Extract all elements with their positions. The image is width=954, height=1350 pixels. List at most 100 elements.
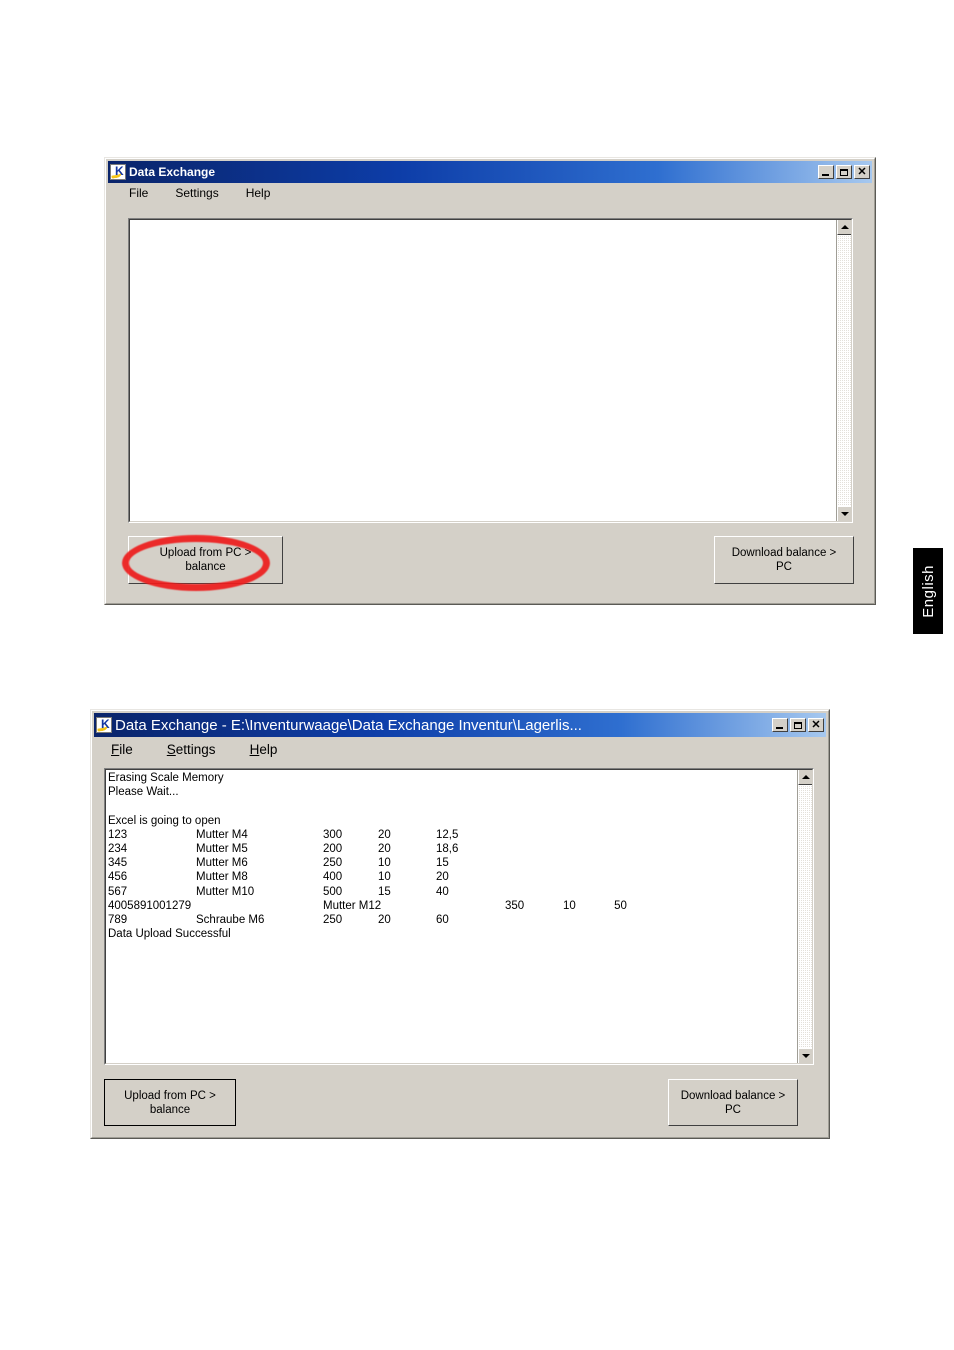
menu-item-file-rest: ile xyxy=(119,741,133,757)
menu-item-settings-accel: S xyxy=(166,741,176,757)
cell-id: 234 xyxy=(108,842,128,855)
menu-item-file-accel: F xyxy=(111,741,120,757)
close-button[interactable]: ✕ xyxy=(808,718,824,732)
chevron-up-icon xyxy=(840,225,849,229)
scroll-down-button[interactable] xyxy=(837,506,852,522)
menu-item-help-rest: elp xyxy=(259,741,278,757)
upload-from-pc-button[interactable]: Upload from PC > balance xyxy=(104,1079,236,1126)
logo-letter-k: K xyxy=(115,164,124,178)
table-row: 345 Mutter M6 250 10 15 xyxy=(108,856,797,870)
scroll-down-button[interactable] xyxy=(798,1048,813,1064)
cell-value-2: 350 xyxy=(505,899,525,912)
cell-name: Mutter M4 xyxy=(196,828,248,841)
cell-value-1: 500 xyxy=(323,885,343,898)
data-exchange-window-with-data: K Data Exchange - E:\Inventurwaage\Data … xyxy=(90,709,830,1139)
cell-value-3: 12,5 xyxy=(436,828,459,841)
titlebar[interactable]: K Data Exchange - E:\Inventurwaage\Data … xyxy=(94,713,826,737)
close-icon: ✕ xyxy=(857,165,867,178)
menubar: File Settings Help xyxy=(108,183,872,203)
scroll-up-button[interactable] xyxy=(837,219,852,235)
minimize-button[interactable] xyxy=(818,165,834,179)
maximize-button[interactable] xyxy=(790,718,806,732)
scroll-up-button[interactable] xyxy=(798,769,813,785)
cell-name: Mutter M6 xyxy=(196,857,248,870)
titlebar-button-group: ✕ xyxy=(772,718,824,732)
language-tab-label: English xyxy=(919,564,937,618)
cell-id: 123 xyxy=(108,828,128,841)
output-log-area[interactable] xyxy=(128,218,853,523)
close-icon: ✕ xyxy=(811,718,821,731)
cell-name: Mutter M8 xyxy=(196,871,248,884)
menu-item-file-label: File xyxy=(129,186,149,200)
cell-id: 4005891001279 xyxy=(108,899,192,912)
maximize-icon xyxy=(840,168,848,176)
chevron-up-icon xyxy=(801,775,810,779)
menu-item-settings[interactable]: Settings xyxy=(159,740,224,759)
cell-value-1: 200 xyxy=(323,842,343,855)
menu-item-file[interactable]: File xyxy=(103,740,141,759)
cell-value-2: 20 xyxy=(378,913,391,926)
cell-value-1: 250 xyxy=(323,913,343,926)
cell-value-2: 20 xyxy=(378,828,391,841)
kern-k-logo-icon: K xyxy=(96,717,112,733)
menu-item-help-accel: H xyxy=(249,741,260,757)
logo-letter-k: K xyxy=(101,717,110,731)
menu-item-help[interactable]: Help xyxy=(242,740,286,759)
menu-item-settings-rest: ettings xyxy=(175,741,216,757)
titlebar-button-group: ✕ xyxy=(818,165,870,179)
menu-item-settings-label: Settings xyxy=(175,186,219,200)
chevron-down-icon xyxy=(801,1054,810,1058)
log-footer-line: Data Upload Successful xyxy=(108,928,231,941)
output-log-text xyxy=(129,219,836,522)
cell-value-1: 400 xyxy=(323,871,343,884)
output-vertical-scrollbar[interactable] xyxy=(797,769,813,1064)
menu-item-settings[interactable]: Settings xyxy=(164,184,229,202)
menu-item-help[interactable]: Help xyxy=(235,184,282,202)
window-button-bar: Upload from PC > balance Download balanc… xyxy=(106,527,874,603)
cell-name: Mutter M5 xyxy=(196,842,248,855)
cell-value-2: 10 xyxy=(378,857,391,870)
menubar: File Settings Help xyxy=(94,737,826,761)
cell-name: Mutter M10 xyxy=(196,885,255,898)
cell-id: 789 xyxy=(108,913,128,926)
cell-value-2: 20 xyxy=(378,842,391,855)
maximize-button[interactable] xyxy=(836,165,852,179)
table-row: 456 Mutter M8 400 10 20 xyxy=(108,870,797,884)
cell-value-1: 300 xyxy=(323,828,343,841)
cell-value-3: 10 50 xyxy=(563,899,627,912)
window-title: Data Exchange xyxy=(129,165,216,179)
upload-from-pc-button[interactable]: Upload from PC > balance xyxy=(128,536,283,584)
data-exchange-window-empty: K Data Exchange ✕ File Settings Help Upl… xyxy=(104,157,876,605)
cell-id: 456 xyxy=(108,871,128,884)
cell-value-3: 15 xyxy=(436,857,449,870)
output-vertical-scrollbar[interactable] xyxy=(836,219,852,522)
titlebar[interactable]: K Data Exchange ✕ xyxy=(108,161,872,183)
output-log-text: Erasing Scale Memory Please Wait... Excel … xyxy=(105,769,797,1064)
window-title: Data Exchange - E:\Inventurwaage\Data Ex… xyxy=(115,716,582,734)
close-button[interactable]: ✕ xyxy=(854,165,870,179)
cell-value-3: 60 xyxy=(436,913,449,926)
kern-k-logo-icon: K xyxy=(110,164,126,180)
cell-value-2: 10 xyxy=(378,871,391,884)
download-to-pc-button[interactable]: Download balance > PC xyxy=(714,536,854,584)
window-button-bar: Upload from PC > balance Download balanc… xyxy=(92,1069,828,1137)
cell-value-3: 18,6 xyxy=(436,842,459,855)
output-log-area[interactable]: Erasing Scale Memory Please Wait... Excel … xyxy=(104,768,814,1065)
log-line: Erasing Scale Memory xyxy=(108,772,224,784)
window-inner-frame: K Data Exchange ✕ File Settings Help Upl… xyxy=(105,158,875,604)
menu-item-file[interactable]: File xyxy=(118,184,159,202)
table-row: 123 Mutter M4 300 20 12,5 xyxy=(108,828,797,842)
menu-item-help-label: Help xyxy=(245,186,271,200)
table-row: 4005891001279 Mutter M12 350 10 50 xyxy=(108,899,797,913)
log-line: Excel is going to open xyxy=(108,814,221,827)
window-outer-frame: K Data Exchange - E:\Inventurwaage\Data … xyxy=(90,709,830,1139)
language-tab-english: English xyxy=(913,548,943,634)
log-line: Please Wait... xyxy=(108,786,179,799)
minimize-button[interactable] xyxy=(772,718,788,732)
download-to-pc-button[interactable]: Download balance > PC xyxy=(668,1079,798,1126)
cell-id: 345 xyxy=(108,857,128,870)
window-outer-frame: K Data Exchange ✕ File Settings Help Upl… xyxy=(104,157,876,605)
table-row: 567 Mutter M10 500 15 40 xyxy=(108,885,797,899)
minimize-icon xyxy=(776,727,783,729)
